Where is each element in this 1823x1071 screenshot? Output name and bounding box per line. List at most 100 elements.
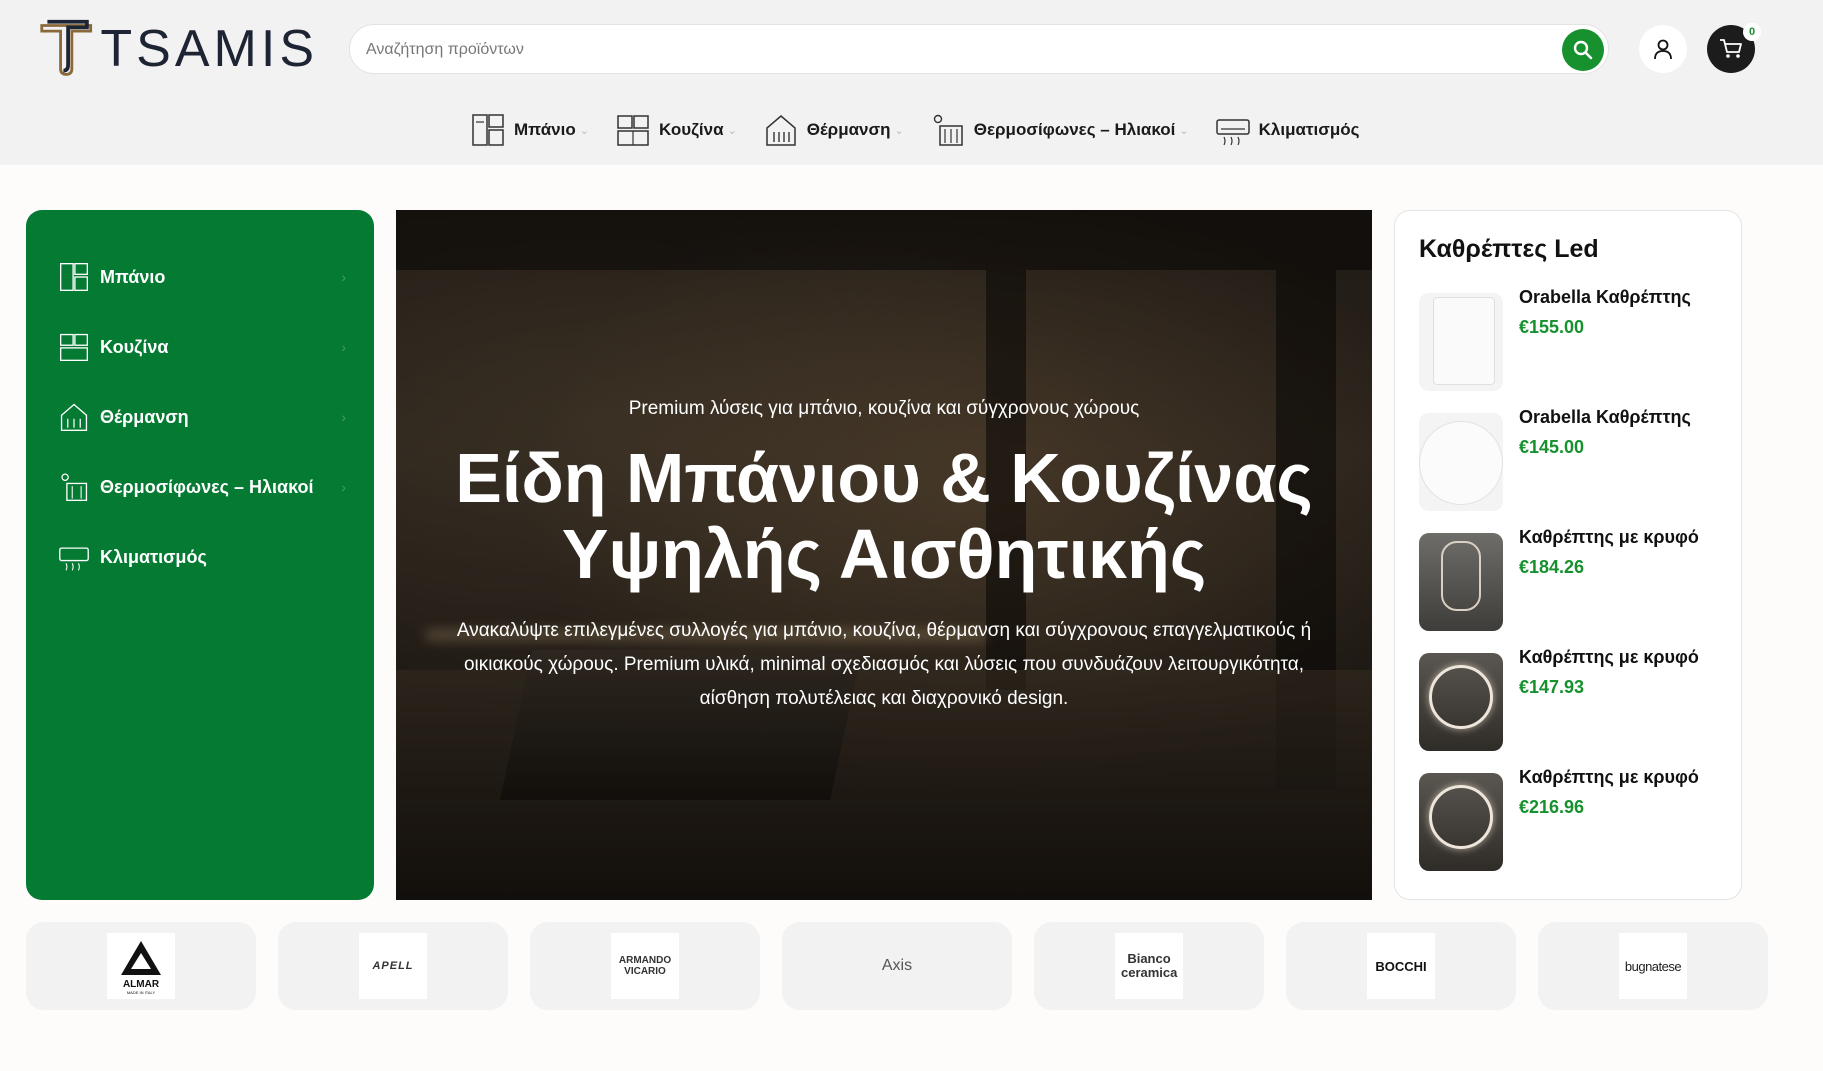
cart-icon [1720, 39, 1742, 58]
product-name: Καθρέπτης με κρυφό [1519, 527, 1699, 547]
panel-title: Καθρέπτες Led [1419, 235, 1599, 263]
kitchen-icon [60, 333, 88, 361]
chevron-down-icon: ⌄ [727, 124, 737, 137]
nav-item-kitchen[interactable]: Κουζίνα ⌄ [615, 112, 737, 148]
sidebar-item-bathroom[interactable]: Μπάνιο › [26, 242, 374, 312]
air-conditioner-icon [1215, 119, 1250, 146]
product-thumbnail [1419, 413, 1503, 511]
product-name: Καθρέπτης με κρυφό [1519, 647, 1699, 667]
chevron-right-icon: › [341, 409, 346, 425]
nav-item-air-conditioning[interactable]: Κλιματισμός [1215, 112, 1360, 148]
nav-label: Κουζίνα [658, 120, 724, 139]
search-bar [349, 24, 1609, 74]
product-item[interactable]: Orabella Καθρέπτης €145.00 [1419, 407, 1729, 511]
product-thumbnail [1419, 653, 1503, 751]
logo-text: TSAMIS [100, 20, 318, 78]
brand-card-bugnatese[interactable]: bugnatese [1538, 922, 1768, 1010]
site-logo[interactable]: TSAMIS [38, 18, 318, 80]
chevron-down-icon: ⌄ [579, 124, 589, 137]
product-price: €184.26 [1519, 557, 1585, 577]
air-conditioner-icon [59, 547, 89, 571]
sidebar-item-heating[interactable]: Θέρμανση › [26, 382, 374, 452]
brand-card-bianco-ceramica[interactable]: Bianco ceramica [1034, 922, 1264, 1010]
search-input[interactable] [366, 37, 1516, 63]
brand-logo: bugnatese [1619, 933, 1687, 999]
sidebar-item-water-heaters[interactable]: Θερμοσίφωνες – Ηλιακοί › [26, 452, 374, 522]
product-thumbnail [1419, 773, 1503, 871]
product-thumbnail [1419, 293, 1503, 391]
heating-icon [766, 115, 796, 146]
nav-label: Θερμοσίφωνες – Ηλιακοί [973, 120, 1176, 139]
sidebar-item-air-conditioning[interactable]: Κλιματισμός [26, 522, 374, 592]
product-price: €216.96 [1519, 797, 1585, 817]
brand-logo: Bianco ceramica [1115, 933, 1183, 999]
brand-card-axis[interactable]: Axis [782, 922, 1012, 1010]
brand-logo-text: bugnatese [1624, 958, 1682, 974]
product-item[interactable]: Orabella Καθρέπτης €155.00 [1419, 287, 1729, 391]
product-thumbnail [1419, 533, 1503, 631]
brand-logo-text: Bianco ceramica [1121, 951, 1178, 980]
product-name: Καθρέπτης με κρυφό [1519, 767, 1699, 787]
brand-card-bocchi[interactable]: BOCCHI [1286, 922, 1516, 1010]
brand-logo: APELL [359, 933, 427, 999]
brand-logo: ALMAR MADE IN ITALY [107, 933, 175, 999]
brand-card-armando-vicario[interactable]: ARMANDO VICARIO [530, 922, 760, 1010]
water-heater-icon [933, 114, 963, 146]
sidebar-item-label: Θερμοσίφωνες – Ηλιακοί [100, 476, 314, 497]
top-navigation: Μπάνιο ⌄ Κουζίνα ⌄ Θέρμανση ⌄ Θερμοσίφων… [470, 110, 1386, 150]
hero-title: Είδη Μπάνιου & Κουζίνας Υψηλής Αισθητική… [396, 440, 1372, 592]
sidebar-item-kitchen[interactable]: Κουζίνα › [26, 312, 374, 382]
product-item[interactable]: Καθρέπτης με κρυφό €216.96 [1419, 767, 1729, 871]
search-icon [1573, 40, 1593, 60]
kitchen-icon [617, 115, 649, 146]
category-sidebar: Μπάνιο › Κουζίνα › Θέρμανση › Θερμοσίφων… [26, 210, 374, 900]
brand-logo-text: BOCCHI [1375, 958, 1427, 974]
nav-label: Μπάνιο [514, 120, 576, 139]
chevron-right-icon: › [341, 339, 346, 355]
site-header: TSAMIS 0 Μπάνιο ⌄ Κουζίνα [0, 0, 1823, 165]
product-price: €155.00 [1519, 317, 1585, 337]
bathroom-icon [60, 263, 88, 291]
product-item[interactable]: Καθρέπτης με κρυφό €147.93 [1419, 647, 1729, 751]
cart-count-badge: 0 [1743, 23, 1761, 41]
sidebar-item-label: Κουζίνα [100, 336, 169, 357]
water-heater-icon [61, 473, 88, 501]
heating-icon [60, 403, 88, 431]
product-name: Orabella Καθρέπτης [1519, 407, 1691, 427]
chevron-right-icon: › [341, 269, 346, 285]
brand-logo-text: APELL [372, 960, 414, 972]
brand-logo: ARMANDO VICARIO [611, 933, 679, 999]
chevron-right-icon: › [341, 479, 346, 495]
brand-card-apell[interactable]: APELL [278, 922, 508, 1010]
sidebar-item-label: Μπάνιο [100, 266, 166, 287]
led-mirrors-panel: Καθρέπτες Led Orabella Καθρέπτης €155.00… [1394, 210, 1742, 900]
hero-description: Ανακαλύψτε επιλεγμένες συλλογές για μπάν… [456, 620, 1312, 709]
bathroom-icon [472, 114, 504, 146]
product-item[interactable]: Καθρέπτης με κρυφό €184.26 [1419, 527, 1729, 631]
hero-banner: Premium λύσεις για μπάνιο, κουζίνα και σ… [396, 210, 1372, 900]
search-button[interactable] [1562, 29, 1604, 71]
account-button[interactable] [1639, 25, 1687, 73]
sidebar-item-label: Θέρμανση [100, 406, 189, 427]
user-icon [1654, 39, 1672, 60]
sidebar-item-label: Κλιματισμός [100, 546, 207, 567]
product-price: €145.00 [1519, 437, 1585, 457]
nav-item-water-heaters[interactable]: Θερμοσίφωνες – Ηλιακοί ⌄ [930, 112, 1189, 148]
product-name: Orabella Καθρέπτης [1519, 287, 1691, 307]
logo-mark-icon [40, 19, 93, 76]
chevron-down-icon: ⌄ [894, 124, 904, 137]
almar-logo-icon: ALMAR MADE IN ITALY [121, 941, 161, 995]
brand-name: Axis [881, 957, 913, 974]
brand-logo: BOCCHI [1367, 933, 1435, 999]
nav-item-bathroom[interactable]: Μπάνιο ⌄ [470, 112, 589, 148]
brand-card-almar[interactable]: ALMAR MADE IN ITALY [26, 922, 256, 1010]
svg-text:MADE IN ITALY: MADE IN ITALY [127, 990, 156, 995]
nav-label: Κλιματισμός [1258, 120, 1360, 139]
brand-logo-text: ARMANDO VICARIO [618, 955, 672, 977]
hero-subtitle: Premium λύσεις για μπάνιο, κουζίνα και σ… [628, 398, 1140, 419]
nav-item-heating[interactable]: Θέρμανση ⌄ [763, 112, 904, 148]
hero-title-line: Υψηλής Αισθητικής [561, 515, 1207, 593]
svg-text:ALMAR: ALMAR [123, 979, 160, 990]
chevron-down-icon: ⌄ [1179, 124, 1189, 137]
hero-title-line: Είδη Μπάνιου & Κουζίνας [455, 439, 1313, 517]
